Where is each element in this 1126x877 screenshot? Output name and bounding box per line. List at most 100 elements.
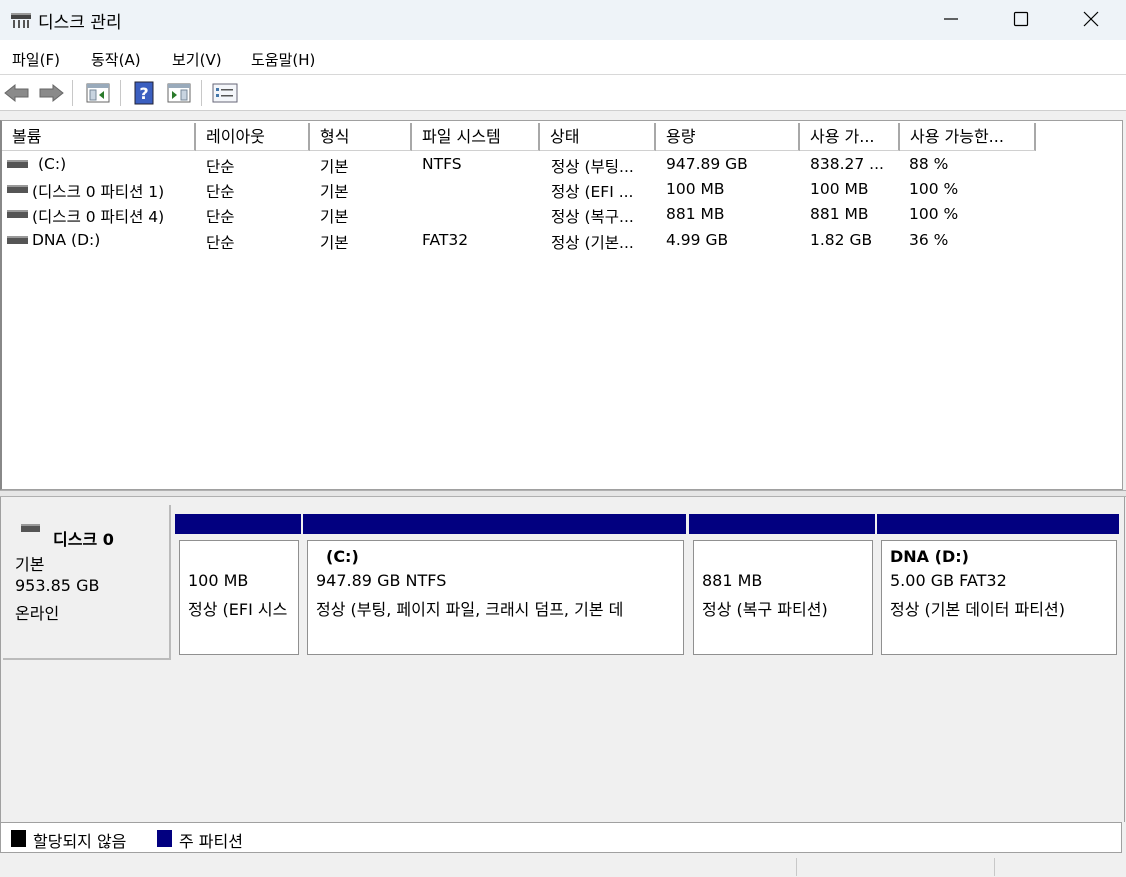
volume-file-system: NTFS: [422, 155, 462, 173]
partition-body: 881 MB 정상 (복구 파티션): [693, 540, 873, 655]
menu-help[interactable]: 도움말(H): [251, 49, 315, 70]
legend: 할당되지 않음 주 파티션: [0, 822, 1122, 853]
close-icon: [1083, 11, 1099, 27]
partition-size: 947.89 GB NTFS: [316, 571, 447, 590]
volume-percent-free: 36 %: [909, 231, 949, 249]
partition-bar: [303, 514, 686, 534]
volume-capacity: 947.89 GB: [666, 155, 748, 173]
volume-icon: [7, 236, 28, 244]
volume-percent-free: 88 %: [909, 155, 949, 173]
partition-body: (C:) 947.89 GB NTFS 정상 (부팅, 페이지 파일, 크래시 …: [307, 540, 684, 655]
help-button[interactable]: ?: [131, 81, 157, 105]
partition-status: 정상 (복구 파티션): [702, 600, 828, 619]
title-bar: 디스크 관리: [0, 0, 1126, 40]
volume-row[interactable]: DNA (D:) 단순 기본 FAT32 정상 (기본... 4.99 GB 1…: [2, 229, 1122, 254]
show-hide-console-tree-button[interactable]: [85, 81, 111, 105]
volume-row[interactable]: (디스크 0 파티션 4) 단순 기본 정상 (복구... 881 MB 881…: [2, 203, 1122, 228]
minimize-button[interactable]: [916, 0, 986, 38]
legend-unallocated: 할당되지 않음: [33, 832, 127, 851]
partition-bar: [877, 514, 1119, 534]
menu-bar: 파일(F) 동작(A) 보기(V) 도움말(H): [0, 40, 1126, 75]
menu-action[interactable]: 동작(A): [91, 49, 141, 70]
help-icon: ?: [134, 81, 154, 105]
properties-icon: [212, 83, 238, 103]
menu-file[interactable]: 파일(F): [12, 49, 60, 70]
partition-bar: [175, 514, 301, 534]
maximize-icon: [1013, 11, 1029, 27]
partition-status: 정상 (부팅, 페이지 파일, 크래시 덤프, 기본 데: [316, 600, 624, 619]
svg-text:?: ?: [139, 84, 148, 103]
partition-status: 정상 (EFI 시스: [188, 600, 288, 619]
disk-size: 953.85 GB: [15, 576, 100, 595]
volume-free-space: 100 MB: [810, 180, 869, 198]
partition-name: (C:): [326, 547, 359, 566]
close-button[interactable]: [1056, 0, 1126, 38]
partition-body: DNA (D:) 5.00 GB FAT32 정상 (기본 데이터 파티션): [881, 540, 1117, 655]
volume-icon: [7, 185, 28, 193]
volume-name: (디스크 0 파티션 1): [32, 183, 165, 201]
volume-percent-free: 100 %: [909, 180, 959, 198]
volume-layout: 단순: [206, 208, 235, 226]
volume-list: 볼륨 레이아웃 형식 파일 시스템 상태 용량 사용 가... 사용 가능한..…: [0, 120, 1123, 490]
disk-name: 디스크 0: [53, 530, 114, 549]
partition-c[interactable]: (C:) 947.89 GB NTFS 정상 (부팅, 페이지 파일, 크래시 …: [301, 512, 688, 657]
partition-size: 881 MB: [702, 571, 763, 590]
show-hide-console-tree-icon: [86, 83, 110, 103]
primary-partition-swatch: [157, 830, 172, 847]
volume-name: DNA (D:): [32, 231, 101, 249]
status-divider: [994, 858, 995, 876]
partition-recovery[interactable]: 881 MB 정상 (복구 파티션): [687, 512, 877, 657]
unallocated-swatch: [11, 830, 26, 847]
show-hide-action-pane-button[interactable]: [166, 81, 192, 105]
volume-percent-free: 100 %: [909, 205, 959, 223]
volume-free-space: 1.82 GB: [810, 231, 873, 249]
column-type[interactable]: 형식: [310, 123, 412, 151]
partition-map: 100 MB 정상 (EFI 시스 (C:) 947.89 GB NTFS 정상…: [173, 512, 1121, 657]
partition-size: 100 MB: [188, 571, 249, 590]
partition-d[interactable]: DNA (D:) 5.00 GB FAT32 정상 (기본 데이터 파티션): [875, 512, 1121, 657]
pane-splitter[interactable]: [0, 490, 1126, 497]
volume-free-space: 881 MB: [810, 205, 869, 223]
minimize-icon: [944, 18, 958, 20]
volume-icon: [7, 210, 28, 218]
disk-management-icon: [11, 13, 31, 28]
volume-name: (디스크 0 파티션 4): [32, 208, 165, 226]
partition-body: 100 MB 정상 (EFI 시스: [179, 540, 299, 655]
volume-layout: 단순: [206, 234, 235, 252]
legend-primary-partition: 주 파티션: [179, 832, 243, 851]
back-button[interactable]: [4, 81, 30, 105]
forward-arrow-icon: [39, 83, 64, 103]
column-volume[interactable]: 볼륨: [2, 123, 196, 151]
column-free-space[interactable]: 사용 가...: [800, 123, 900, 151]
volume-type: 기본: [320, 183, 349, 201]
status-bar: [0, 856, 1126, 877]
column-status[interactable]: 상태: [540, 123, 656, 151]
menu-view[interactable]: 보기(V): [172, 49, 222, 70]
disk-graph-pane: 디스크 0 기본 953.85 GB 온라인 100 MB 정상 (EFI 시스…: [0, 497, 1125, 822]
column-capacity[interactable]: 용량: [656, 123, 800, 151]
volume-name: (C:): [38, 155, 67, 173]
forward-button[interactable]: [38, 81, 64, 105]
volume-status: 정상 (EFI ...: [551, 183, 634, 201]
column-file-system[interactable]: 파일 시스템: [412, 123, 540, 151]
disk-info-panel[interactable]: 디스크 0 기본 953.85 GB 온라인: [3, 505, 171, 660]
volume-row[interactable]: (C:) 단순 기본 NTFS 정상 (부팅... 947.89 GB 838.…: [2, 153, 1122, 178]
show-hide-action-pane-icon: [167, 83, 191, 103]
volume-free-space: 838.27 ...: [810, 155, 884, 173]
volume-row[interactable]: (디스크 0 파티션 1) 단순 기본 정상 (EFI ... 100 MB 1…: [2, 178, 1122, 203]
column-layout[interactable]: 레이아웃: [196, 123, 310, 151]
disk-state: 온라인: [15, 604, 60, 623]
volume-capacity: 881 MB: [666, 205, 725, 223]
partition-size: 5.00 GB FAT32: [890, 571, 1007, 590]
properties-button[interactable]: [212, 81, 238, 105]
column-percent-free[interactable]: 사용 가능한...: [900, 123, 1036, 151]
volume-layout: 단순: [206, 183, 235, 201]
partition-name: DNA (D:): [890, 547, 969, 566]
disk-icon: [21, 524, 40, 532]
volume-capacity: 100 MB: [666, 180, 725, 198]
volume-type: 기본: [320, 208, 349, 226]
partition-bar: [689, 514, 875, 534]
maximize-button[interactable]: [986, 0, 1056, 38]
partition-efi[interactable]: 100 MB 정상 (EFI 시스: [173, 512, 303, 657]
volume-status: 정상 (복구...: [551, 208, 634, 226]
